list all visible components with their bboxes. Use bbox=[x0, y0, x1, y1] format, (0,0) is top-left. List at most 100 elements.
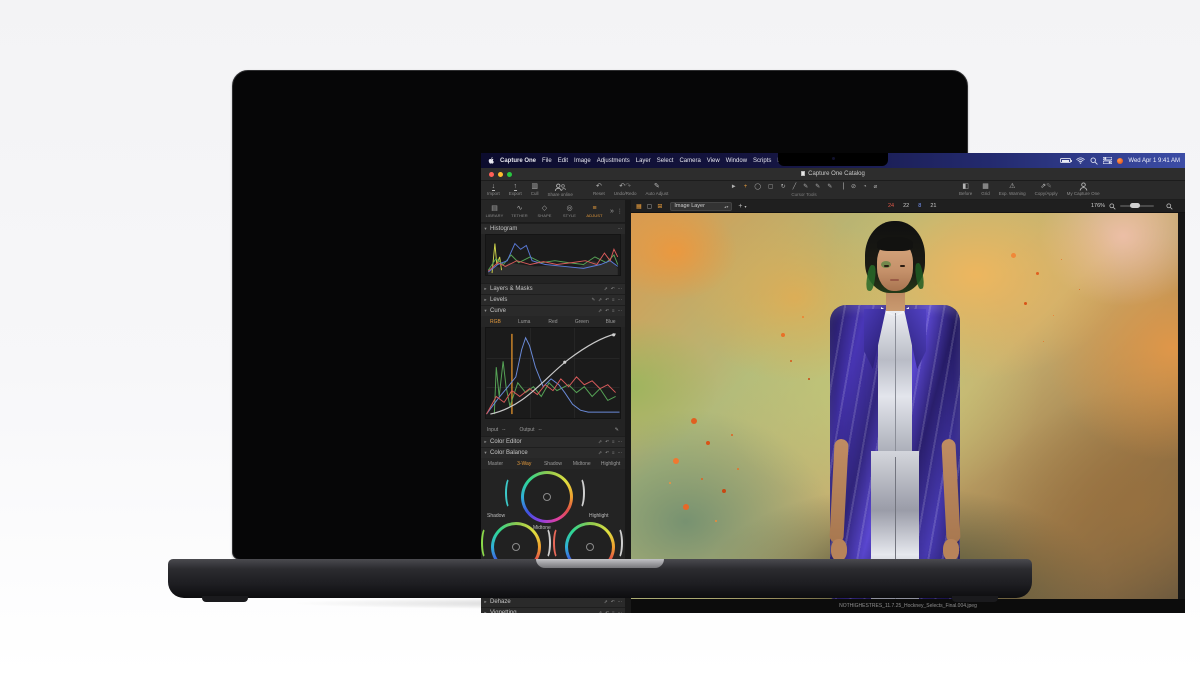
copy-adjustments-icon[interactable]: ⇗ bbox=[604, 286, 608, 292]
before-toggle[interactable]: ◧Before bbox=[959, 182, 972, 197]
menu-file[interactable]: File bbox=[542, 158, 552, 164]
reset-adjustments-icon[interactable]: ↶ bbox=[605, 610, 609, 613]
erase-mask-tool-icon[interactable]: ✎ bbox=[815, 183, 820, 191]
curve-tab-luma[interactable]: Luma bbox=[510, 319, 539, 325]
midtone-saturation-slider[interactable] bbox=[505, 477, 515, 509]
menu-layer[interactable]: Layer bbox=[636, 158, 651, 164]
presets-icon[interactable]: ≡ bbox=[612, 308, 615, 314]
panel-header-color-editor[interactable]: ▸ Color Editor ⇗↶≡⋯ bbox=[481, 436, 625, 447]
shadow-saturation-slider[interactable] bbox=[481, 527, 491, 559]
my-capture-one-button[interactable]: My Capture One bbox=[1067, 182, 1100, 197]
panel-header-curve[interactable]: ▾ Curve ⇗↶≡⋯ bbox=[481, 305, 625, 316]
cb-tab-shadow[interactable]: Shadow bbox=[539, 461, 568, 467]
copy-adjustments-icon[interactable]: ⇗ bbox=[604, 599, 608, 605]
menu-camera[interactable]: Camera bbox=[679, 158, 700, 164]
zoom-slider-thumb[interactable] bbox=[1130, 203, 1140, 208]
straighten-tool-icon[interactable]: ╱ bbox=[793, 183, 797, 191]
remove-tool-icon[interactable]: ⊘ bbox=[851, 183, 856, 191]
more-icon[interactable]: ⋯ bbox=[618, 450, 623, 456]
menu-capture-one[interactable]: Capture One bbox=[500, 158, 536, 164]
compare-view-icon[interactable]: ⊞ bbox=[657, 203, 662, 210]
photo-canvas[interactable] bbox=[631, 213, 1178, 599]
rotate-tool-icon[interactable]: ↻ bbox=[781, 183, 786, 191]
more-icon[interactable]: ⋯ bbox=[618, 286, 623, 292]
reset-adjustments-icon[interactable]: ↶ bbox=[605, 450, 609, 456]
grid-toggle[interactable]: ▦Grid bbox=[981, 182, 990, 197]
reset-adjustments-icon[interactable]: ↶ bbox=[611, 599, 615, 605]
capture-one-menubar-icon[interactable] bbox=[1117, 158, 1123, 164]
tab-tether[interactable]: ∿TETHER bbox=[508, 204, 531, 219]
curve-tab-green[interactable]: Green bbox=[567, 319, 596, 325]
more-icon[interactable]: ⋯ bbox=[618, 599, 623, 605]
more-icon[interactable]: ⋯ bbox=[618, 439, 623, 445]
curve-picker-icon[interactable]: ✎ bbox=[615, 427, 619, 433]
zoom-out-icon[interactable] bbox=[1109, 203, 1116, 210]
more-icon[interactable]: ⋯ bbox=[618, 297, 623, 303]
pan-tool-icon[interactable]: + bbox=[744, 183, 748, 191]
search-icon[interactable] bbox=[1090, 157, 1098, 165]
reset-adjustments-icon[interactable]: ↶ bbox=[605, 308, 609, 314]
highlight-saturation-slider[interactable] bbox=[553, 527, 563, 559]
menu-edit[interactable]: Edit bbox=[558, 158, 568, 164]
control-center-icon[interactable] bbox=[1103, 157, 1112, 164]
copy-adjustments-icon[interactable]: ⇗ bbox=[598, 610, 602, 613]
cb-tab-highlight[interactable]: Highlight bbox=[596, 461, 625, 467]
presets-icon[interactable]: ≡ bbox=[612, 450, 615, 456]
more-icon[interactable]: ⋯ bbox=[618, 226, 623, 232]
auto-adjust-button[interactable]: ✎Auto Adjust bbox=[646, 182, 669, 197]
shadow-luma-slider[interactable] bbox=[541, 527, 551, 559]
eyedropper-tool-icon[interactable]: ⌀ bbox=[874, 183, 878, 191]
cb-tab-midtone[interactable]: Midtone bbox=[567, 461, 596, 467]
cb-tab-master[interactable]: Master bbox=[481, 461, 510, 467]
presets-icon[interactable]: ≡ bbox=[612, 297, 615, 303]
tab-style[interactable]: ◎STYLE bbox=[558, 204, 581, 219]
zoom-in-icon[interactable] bbox=[1166, 203, 1173, 210]
reset-adjustments-icon[interactable]: ↶ bbox=[605, 439, 609, 445]
menu-window[interactable]: Window bbox=[726, 158, 747, 164]
draw-mask-tool-icon[interactable]: ✎ bbox=[803, 183, 808, 191]
curve-tab-red[interactable]: Red bbox=[539, 319, 568, 325]
copy-adjustments-icon[interactable]: ⇗ bbox=[598, 308, 602, 314]
share-online-button[interactable]: Share online bbox=[548, 182, 573, 198]
loupe-tool-icon[interactable]: ◯ bbox=[754, 183, 761, 191]
presets-icon[interactable]: ≡ bbox=[612, 439, 615, 445]
panel-header-levels[interactable]: ▸ Levels ✎⇗↶≡⋯ bbox=[481, 294, 625, 305]
midtone-luma-slider[interactable] bbox=[575, 477, 585, 509]
cull-button[interactable]: ▥Cull bbox=[531, 182, 539, 198]
midtone-color-wheel[interactable] bbox=[521, 471, 573, 523]
copy-adjustments-icon[interactable]: ⇗ bbox=[598, 439, 602, 445]
copy-apply-button[interactable]: ⇗✎Copy/Apply bbox=[1035, 182, 1058, 197]
curve-output-value[interactable]: -- bbox=[538, 427, 541, 433]
menu-select[interactable]: Select bbox=[657, 158, 674, 164]
highlight-luma-slider[interactable] bbox=[613, 527, 623, 559]
clone-tool-icon[interactable]: ▕ bbox=[839, 183, 844, 191]
spot-tool-icon[interactable]: ◔ bbox=[863, 183, 867, 191]
panel-header-histogram[interactable]: ▾ Histogram ⋯ bbox=[481, 223, 625, 234]
proof-grid-icon[interactable]: ▦ bbox=[636, 203, 642, 210]
battery-icon[interactable] bbox=[1060, 158, 1071, 163]
menubar-clock[interactable]: Wed Apr 1 9:41 AM bbox=[1128, 158, 1180, 164]
wifi-icon[interactable] bbox=[1076, 157, 1085, 164]
panel-header-layers-masks[interactable]: ▸ Layers & Masks ⇗↶⋯ bbox=[481, 283, 625, 294]
copy-adjustments-icon[interactable]: ⇗ bbox=[598, 450, 602, 456]
panel-header-vignetting[interactable]: ▸ Vignetting ⇗↶≡⋯ bbox=[481, 607, 625, 613]
presets-icon[interactable]: ≡ bbox=[612, 610, 615, 613]
reset-button[interactable]: ↶Reset bbox=[593, 182, 605, 197]
single-view-icon[interactable]: ▢ bbox=[647, 203, 653, 210]
cb-tab-3way[interactable]: 3-Way bbox=[510, 461, 539, 467]
curve-tab-rgb[interactable]: RGB bbox=[481, 319, 510, 325]
import-button[interactable]: ↓Import bbox=[487, 182, 500, 198]
export-button[interactable]: ↑Export bbox=[509, 182, 522, 198]
heal-tool-icon[interactable]: ✎ bbox=[827, 183, 832, 191]
copy-adjustments-icon[interactable]: ⇗ bbox=[598, 297, 602, 303]
panel-header-color-balance[interactable]: ▾ Color Balance ⇗↶≡⋯ bbox=[481, 447, 625, 458]
add-layer-caret-icon[interactable]: ▾ bbox=[744, 204, 746, 209]
exposure-warning-toggle[interactable]: ⚠Exp. Warning bbox=[999, 182, 1026, 197]
tab-shape[interactable]: ◇SHAPE bbox=[533, 204, 556, 219]
crop-tool-icon[interactable]: ▢ bbox=[768, 183, 774, 191]
more-icon[interactable]: ⋯ bbox=[618, 610, 623, 613]
add-layer-button[interactable]: + bbox=[738, 203, 742, 210]
tab-library[interactable]: ▤LIBRARY bbox=[483, 204, 506, 219]
layer-selector[interactable]: Image Layer▴▾ bbox=[670, 202, 732, 211]
curve-tab-blue[interactable]: Blue bbox=[596, 319, 625, 325]
